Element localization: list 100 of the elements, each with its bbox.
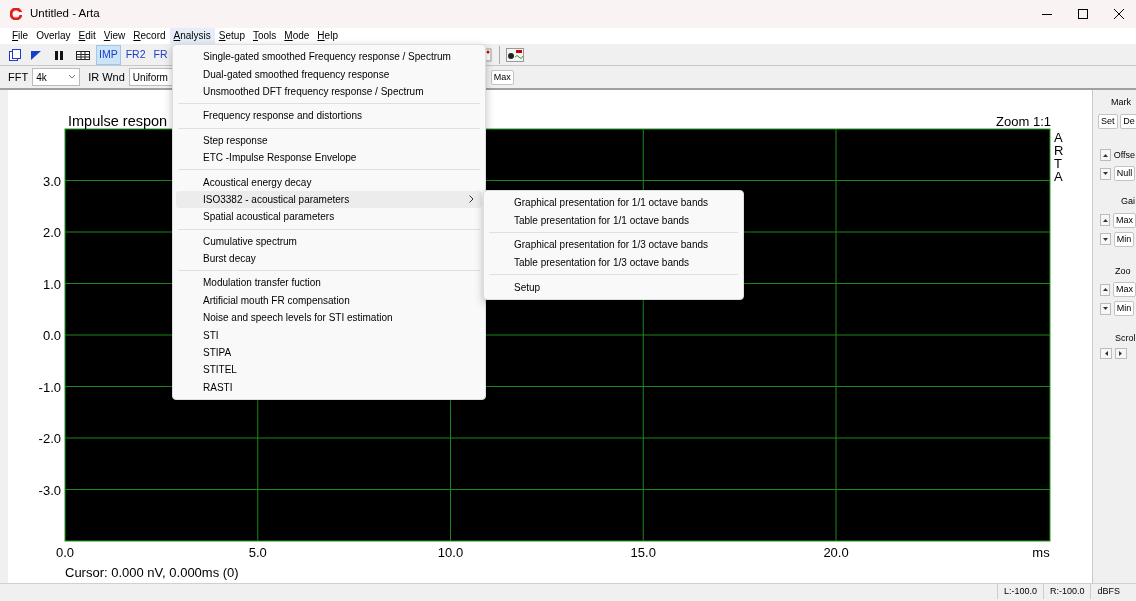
plot-title: Impulse respon <box>68 113 168 129</box>
status-text: R:-100.0 <box>1042 584 1091 599</box>
status-text: L:-100.0 <box>996 584 1043 599</box>
brand-letter: T <box>1054 156 1062 171</box>
spin-button[interactable] <box>1100 214 1111 226</box>
menu-item[interactable]: Setup <box>214 28 249 44</box>
scroll-button[interactable] <box>1100 347 1112 359</box>
window-label: IR Wnd <box>88 69 125 85</box>
y-tick-label: -1.0 <box>38 379 61 395</box>
window-title: Untitled - Arta <box>30 6 100 22</box>
set-button[interactable]: Set <box>1098 113 1118 129</box>
down-arrow-icon <box>1103 307 1108 310</box>
zoom-label: Zoom 1:1 <box>996 114 1051 129</box>
menu-item[interactable]: STIPA <box>176 343 482 362</box>
view-button[interactable]: FR2 <box>122 44 149 65</box>
up-arrow-icon <box>1103 153 1108 157</box>
menu-item[interactable]: Step response <box>176 131 482 149</box>
min-button[interactable]: Min <box>1113 301 1135 316</box>
menu-item[interactable]: Table presentation for 1/1 octave bands <box>487 211 740 230</box>
menu-item[interactable]: Analysis <box>169 28 215 44</box>
app-icon <box>10 8 22 20</box>
spin-button[interactable] <box>1100 283 1111 296</box>
max-button[interactable]: Max <box>1113 282 1136 297</box>
panel-label: Offse <box>1113 148 1136 162</box>
x-tick-label: 5.0 <box>248 545 267 560</box>
view-button[interactable]: FR <box>150 44 171 65</box>
brand-letter: A <box>1054 130 1063 145</box>
menu-item[interactable]: RASTI <box>176 378 482 397</box>
menu-item[interactable]: Burst decay <box>176 249 482 268</box>
y-tick-label: 3.0 <box>42 173 61 189</box>
menu-item[interactable]: Graphical presentation for 1/3 octave bands <box>487 236 740 254</box>
chart-icon[interactable] <box>484 46 493 63</box>
brand-letter: A <box>1054 169 1063 184</box>
x-tick-label: 20.0 <box>823 545 849 560</box>
menu-item[interactable]: Edit <box>74 28 100 44</box>
fft-select[interactable]: 4k <box>32 68 81 86</box>
window-select[interactable]: Uniform <box>128 68 173 86</box>
spin-button[interactable] <box>1100 167 1111 180</box>
menu-item[interactable]: Table presentation for 1/3 octave bands <box>487 253 740 272</box>
x-tick-label: 15.0 <box>630 545 656 560</box>
menu-item[interactable]: Modulation transfer fuction <box>176 274 482 292</box>
spin-button[interactable] <box>1100 302 1111 315</box>
y-tick-label: 0.0 <box>42 328 61 343</box>
caret-icon <box>68 74 77 80</box>
left-arrow-icon <box>1104 350 1108 356</box>
x-tick-label: 0.0 <box>55 545 75 560</box>
min-button[interactable]: Min <box>1113 231 1135 247</box>
menu-item[interactable]: Unsmoothed DFT frequency response / Spectrum <box>176 82 482 101</box>
y-tick-label: 2.0 <box>42 225 61 240</box>
menu-item[interactable]: Tools <box>248 28 281 44</box>
y-tick-label: -2.0 <box>38 431 61 446</box>
status-text: dBFS <box>1090 584 1126 599</box>
menu-item[interactable]: STITEL <box>176 361 482 379</box>
panel-label: Mark <box>1111 96 1132 109</box>
menu-item[interactable]: Noise and speech levels for STI estimation <box>176 309 482 327</box>
fft-label: FFT <box>8 69 29 85</box>
down-arrow-icon <box>1103 172 1108 175</box>
panel-label: Gai <box>1121 195 1136 208</box>
up-arrow-icon <box>1102 288 1108 291</box>
spin-button[interactable] <box>1100 233 1111 245</box>
scroll-button[interactable] <box>1114 347 1127 359</box>
menu-item[interactable]: File <box>8 28 33 44</box>
menu-item[interactable]: Graphical presentation for 1/1 octave bands <box>487 194 740 212</box>
menu-item[interactable]: Acoustical energy decay <box>176 173 482 191</box>
menu-item[interactable]: ETC -Impulse Response Envelope <box>176 148 482 167</box>
max-button[interactable]: Max <box>1113 212 1136 228</box>
panel-label: Scrol <box>1115 332 1136 345</box>
new-document-icon[interactable] <box>8 47 22 62</box>
cursor-readout: Cursor: 0.000 nV, 0.000ms (0) <box>65 565 239 580</box>
menu-item[interactable]: Spatial acoustical parameters <box>176 208 482 226</box>
menu-item[interactable]: Frequency response and distortions <box>176 107 482 125</box>
unit-label: ms <box>1032 545 1050 560</box>
sti-icon[interactable] <box>505 46 524 63</box>
menu-item[interactable]: View <box>99 28 130 44</box>
up-arrow-icon <box>1102 218 1108 222</box>
right-arrow-icon <box>1119 350 1123 356</box>
menu-item[interactable]: Record <box>129 28 170 44</box>
menu-item[interactable]: Dual-gated smoothed frequency response <box>176 65 482 83</box>
menu-item[interactable]: STI <box>176 326 482 344</box>
delete-button[interactable]: De <box>1120 113 1136 129</box>
menu-item[interactable]: ISO3382 - acoustical parameters <box>176 190 482 209</box>
spin-button[interactable] <box>1100 149 1111 162</box>
null-button[interactable]: Null <box>1113 166 1136 181</box>
menu-item[interactable]: Help <box>313 28 342 44</box>
maximize-icon[interactable] <box>1078 9 1088 19</box>
y-tick-label: 1.0 <box>42 276 61 292</box>
menu-item[interactable]: Cumulative spectrum <box>176 232 482 250</box>
menu-item[interactable]: Mode <box>280 28 314 44</box>
menu-item[interactable]: Setup <box>487 278 740 296</box>
close-icon[interactable] <box>1114 9 1124 19</box>
brand-letter: R <box>1054 143 1064 158</box>
panel-label: Zoo <box>1115 264 1132 278</box>
view-button[interactable]: IMP <box>96 44 121 65</box>
menu-item[interactable]: Overlay <box>32 28 75 44</box>
y-tick-label: -3.0 <box>38 482 61 498</box>
max-button[interactable]: Max <box>490 69 514 85</box>
x-tick-label: 10.0 <box>437 545 464 560</box>
menu-item[interactable]: Artificial mouth FR compensation <box>176 291 482 310</box>
menu-item[interactable]: Single-gated smoothed Frequency response / Spectrum <box>176 48 482 66</box>
down-arrow-icon <box>1103 237 1108 241</box>
